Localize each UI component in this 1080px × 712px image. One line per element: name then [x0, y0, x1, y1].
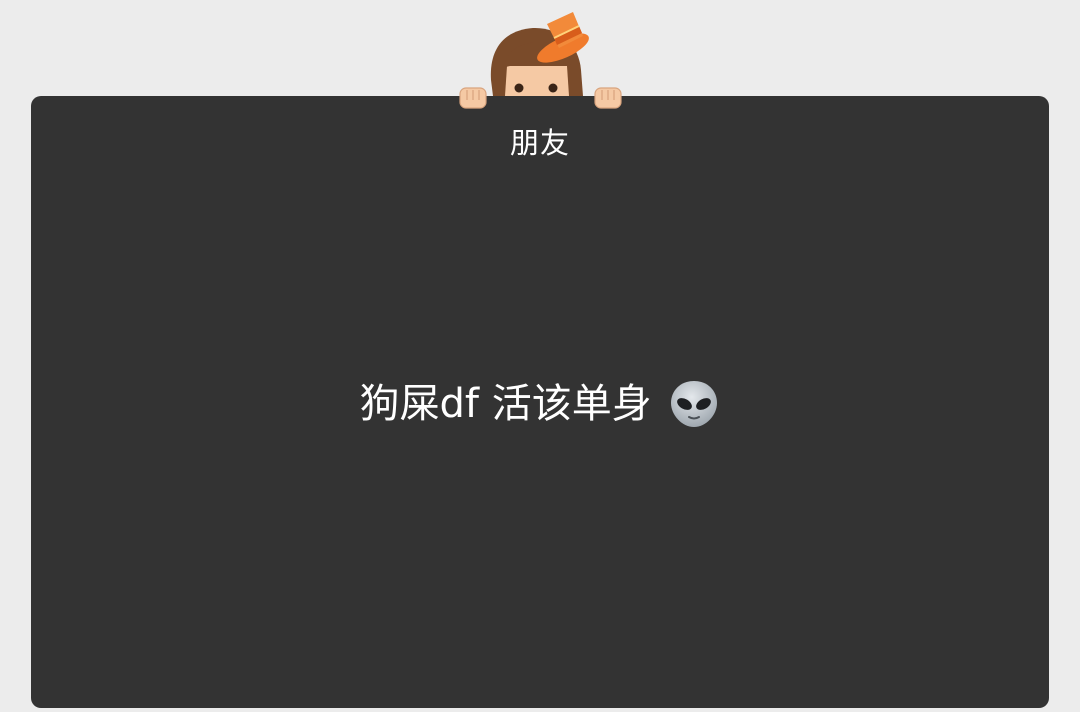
peeking-girl-icon: [459, 12, 622, 109]
message-content: 狗屎df 活该单身: [0, 376, 1080, 430]
message-text: 狗屎df 活该单身: [359, 381, 652, 427]
card-title: 朋友: [509, 126, 570, 160]
alien-face-icon: [671, 381, 718, 427]
